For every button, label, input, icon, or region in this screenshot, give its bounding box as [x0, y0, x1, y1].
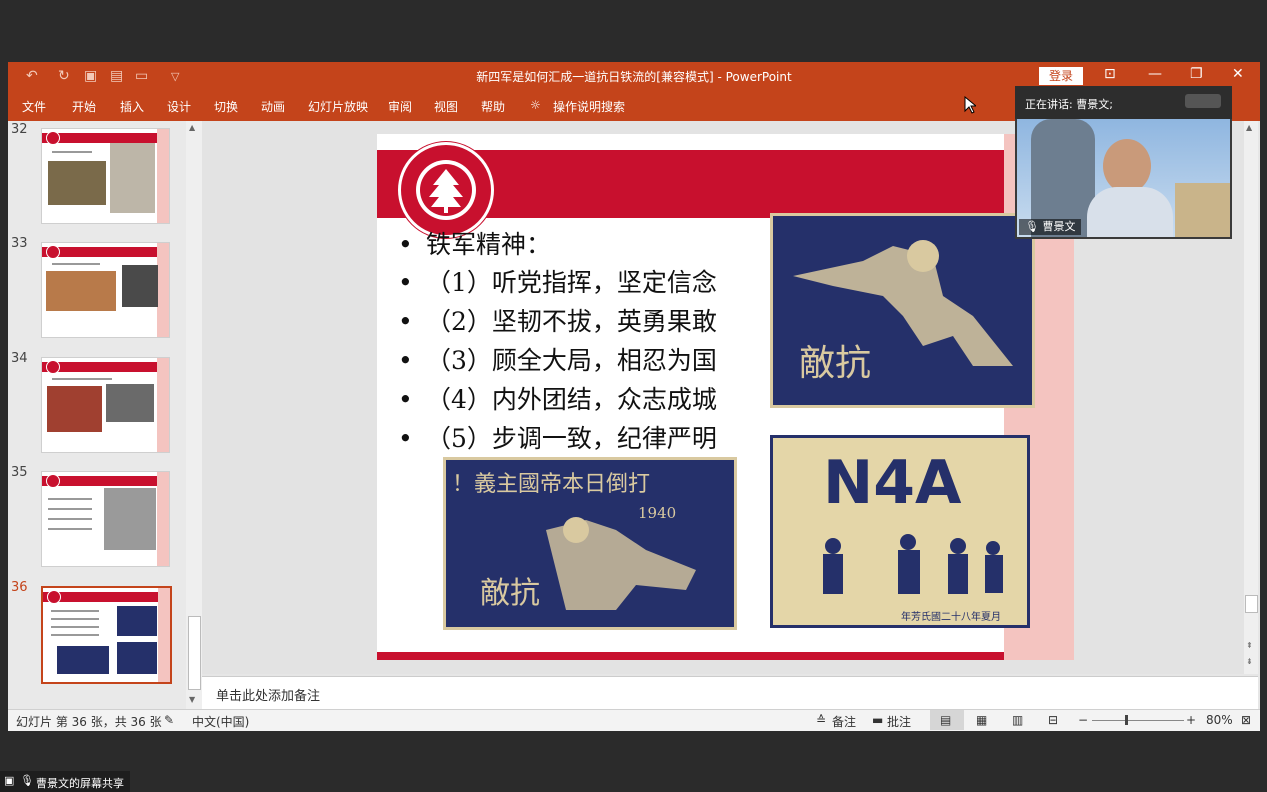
scroll-up-icon[interactable]: ▲: [189, 123, 195, 132]
tell-me-search[interactable]: 操作说明搜索: [553, 98, 625, 115]
slide-thumbnail-33[interactable]: [41, 242, 170, 338]
zoom-in-icon[interactable]: +: [1186, 713, 1196, 727]
screen-share-label: ▣ 🎙 曹景文的屏幕共享: [0, 771, 130, 792]
slide-thumbnail-36-selected[interactable]: [41, 586, 172, 684]
fit-slide-icon[interactable]: ⊠: [1241, 713, 1251, 727]
bullet-heading: • 铁军精神：: [398, 230, 552, 259]
scroll-thumb[interactable]: [188, 616, 201, 690]
tab-insert[interactable]: 插入: [120, 98, 144, 115]
speaker-video-panel[interactable]: 正在讲话: 曹景文; 🎙 曹景文: [1015, 86, 1232, 239]
scroll-down-icon[interactable]: ▼: [189, 695, 195, 704]
scroll-thumb[interactable]: [1245, 595, 1258, 613]
bullet-text: （4）内外团结，众志成城: [426, 385, 717, 414]
speaker-video-feed: 🎙 曹景文: [1017, 119, 1230, 237]
slide-counter: 幻灯片 第 36 张，共 36 张: [16, 715, 162, 729]
notes-icon[interactable]: ≙: [816, 713, 826, 727]
bullet-text: （3）顾全大局，相忍为国: [426, 346, 717, 375]
zoom-level[interactable]: 80%: [1206, 713, 1233, 727]
bullet-text: （1）听党指挥，坚定信念: [426, 268, 717, 297]
slide-sorter-icon[interactable]: ▦: [976, 713, 987, 727]
spellcheck-icon[interactable]: ✎: [164, 713, 174, 727]
bullet-item: • （3）顾全大局，相忍为国: [398, 346, 717, 375]
bullet-item: • （4）内外团结，众志成城: [398, 385, 717, 414]
tab-design[interactable]: 设计: [167, 98, 191, 115]
tab-help[interactable]: 帮助: [481, 98, 505, 115]
notes-pane[interactable]: 单击此处添加备注: [202, 676, 1258, 710]
tab-transitions[interactable]: 切换: [214, 98, 238, 115]
tab-slideshow[interactable]: 幻灯片放映: [308, 98, 368, 115]
reading-view-icon[interactable]: ▥: [1012, 713, 1023, 727]
normal-view-glyph: ▤: [940, 713, 952, 727]
zoom-out-icon[interactable]: −: [1078, 713, 1088, 727]
bullet-text: （5）步调一致，纪律严明: [426, 424, 717, 453]
thumbnail-number: 35: [11, 465, 28, 480]
slide-thumbnail-pane: 32 33 34 35 36: [8, 121, 202, 709]
university-seal-logo: [398, 142, 494, 238]
lightbulb-icon: ☼: [530, 98, 541, 112]
close-icon[interactable]: ✕: [1232, 66, 1244, 82]
microphone-icon: 🎙: [1025, 220, 1039, 233]
mouse-cursor-icon: [964, 96, 976, 114]
thumbnail-number: 33: [11, 236, 28, 251]
share-owner-label: 曹景文的屏幕共享: [36, 777, 124, 790]
poster-text: 敵抗: [480, 576, 540, 611]
minimize-icon[interactable]: —: [1148, 66, 1162, 82]
language-indicator[interactable]: 中文(中国): [192, 713, 249, 730]
tab-home[interactable]: 开始: [72, 98, 96, 115]
thumbnail-number: 32: [11, 122, 28, 137]
status-bar: 幻灯片 第 36 张，共 36 张 ✎ 中文(中国) ≙ 备注 ▬ 批注 ▤ ▦…: [8, 709, 1260, 731]
scroll-up-icon[interactable]: ▲: [1246, 123, 1252, 132]
canvas-scrollbar[interactable]: ▲ ⇞ ⇟: [1244, 121, 1258, 674]
slide-bottom-band: [377, 652, 1004, 660]
notes-placeholder: 单击此处添加备注: [216, 689, 321, 704]
thumbnail-scrollbar[interactable]: ▲ ▼: [186, 121, 202, 709]
tab-file[interactable]: 文件: [22, 98, 46, 115]
tab-view[interactable]: 视图: [434, 98, 458, 115]
speaking-indicator: 正在讲话: 曹景文;: [1025, 98, 1113, 111]
zoom-slider[interactable]: [1092, 720, 1184, 721]
poster-soldier-bayonet: 敵抗: [770, 213, 1035, 408]
zoom-slider-thumb[interactable]: [1125, 715, 1128, 725]
maximize-icon[interactable]: ❐: [1190, 66, 1203, 82]
comments-button[interactable]: 批注: [887, 713, 911, 730]
meeting-top-bar: [0, 0, 1267, 55]
bullet-item: • （5）步调一致，纪律严明: [398, 424, 717, 453]
bullet-item: • （1）听党指挥，坚定信念: [398, 268, 717, 297]
thumbnail-number: 34: [11, 351, 28, 366]
bullet-text: 铁军精神：: [426, 230, 552, 259]
speaker-name-tag: 🎙 曹景文: [1019, 219, 1082, 235]
login-button[interactable]: 登录: [1039, 67, 1083, 85]
layout-toggle-icon[interactable]: [1185, 94, 1221, 108]
ribbon-display-icon[interactable]: ⊡: [1104, 66, 1116, 82]
comments-icon[interactable]: ▬: [872, 713, 883, 727]
tab-animations[interactable]: 动画: [261, 98, 285, 115]
meeting-bottom-bar: [0, 735, 1267, 792]
screen-share-icon: ▣: [4, 774, 15, 787]
poster-text: 敵抗: [799, 343, 872, 384]
speaker-name: 曹景文: [1042, 220, 1076, 233]
notes-button[interactable]: 备注: [832, 713, 856, 730]
slide-thumbnail-34[interactable]: [41, 357, 170, 453]
slide-thumbnail-32[interactable]: [41, 128, 170, 224]
poster-n4a: N4A 年芳氏國二十八年夏月: [770, 435, 1030, 628]
slide-thumbnail-35[interactable]: [41, 471, 170, 567]
thumbnail-number-active: 36: [11, 580, 28, 595]
poster-1940: ！義主國帝本日倒打 1940 敵抗: [443, 457, 737, 630]
tab-review[interactable]: 审阅: [388, 98, 412, 115]
slideshow-view-icon[interactable]: ⊟: [1048, 713, 1058, 727]
previous-slide-icon[interactable]: ⇞: [1246, 641, 1253, 650]
poster-caption: 年芳氏國二十八年夏月: [901, 612, 1001, 623]
bullet-text: （2）坚韧不拔，英勇果敢: [426, 307, 717, 336]
bullet-item: • （2）坚韧不拔，英勇果敢: [398, 307, 717, 336]
speaker-header: 正在讲话: 曹景文;: [1015, 86, 1232, 119]
microphone-icon: 🎙: [20, 774, 34, 787]
next-slide-icon[interactable]: ⇟: [1246, 657, 1253, 666]
